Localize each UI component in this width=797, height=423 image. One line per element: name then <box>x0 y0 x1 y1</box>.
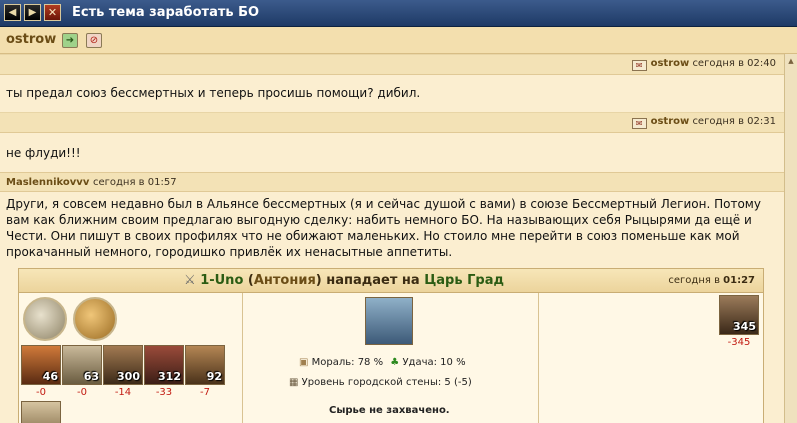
battle-info-column: ▣ Мораль: 78 % ♣ Удача: 10 % ▦ Уровень г… <box>243 293 539 423</box>
scroll-icon: ▣ <box>299 357 309 368</box>
unit-count: 300 <box>117 370 140 383</box>
next-button[interactable]: ▶ <box>24 4 41 21</box>
message-text: не флуди!!! <box>6 146 81 160</box>
resources-text: Сырье не захвачено. <box>329 405 450 416</box>
unit-loss: -0 <box>36 387 46 398</box>
unit-hoplite[interactable]: 312 <box>144 345 184 385</box>
scrollbar[interactable]: ▲ <box>784 54 797 423</box>
luck-text: Удача: 10 % <box>402 357 466 368</box>
message-text: ты предал союз бессмертных и теперь прос… <box>6 86 421 100</box>
target-city-link[interactable]: Царь Град <box>424 273 504 288</box>
wall-row: ▦ Уровень городской стены: 5 (-5) <box>289 377 472 388</box>
message-author[interactable]: ostrow <box>651 116 690 127</box>
scroll-up-icon[interactable]: ▲ <box>786 56 796 66</box>
report-header: ⚔ 1-Uno (Антония) нападает на Царь Град … <box>19 269 763 293</box>
mail-icon[interactable]: ✉ <box>631 60 647 71</box>
unit-count: 92 <box>206 370 222 383</box>
mail-icon[interactable]: ✉ <box>631 118 647 129</box>
report-headline: ⚔ 1-Uno (Антония) нападает на Царь Град <box>184 273 504 288</box>
unit-catapult[interactable] <box>21 401 61 423</box>
unit-count: 63 <box>83 370 99 383</box>
battle-faces-icon <box>365 297 413 345</box>
message-meta: ✉ ostrow сегодня в 02:31 <box>631 116 776 129</box>
post-author[interactable]: Maslennikovvv <box>6 177 89 188</box>
thread-author-bar: ostrow ➜ ⊘ <box>0 27 797 54</box>
window-titlebar: ◀ ▶ ✕ Есть тема заработать БО <box>0 0 797 27</box>
attacker-column: 46 63 300 312 92 -0 -0 -14 -33 -7 <box>19 293 243 423</box>
attacker-link[interactable]: 1-Uno <box>200 273 243 288</box>
message-header: ✉ ostrow сегодня в 02:31 <box>0 112 784 133</box>
report-verb: нападает на <box>326 273 420 288</box>
thread-title: Есть тема заработать БО <box>72 5 260 20</box>
block-icon[interactable]: ⊘ <box>86 33 102 48</box>
battle-report: ⚔ 1-Uno (Антония) нападает на Царь Град … <box>18 268 764 423</box>
defender-column: 345 -345 <box>539 293 763 423</box>
unit-count: 312 <box>158 370 181 383</box>
unit-loss: -14 <box>114 387 132 398</box>
message-meta: ✉ ostrow сегодня в 02:40 <box>631 58 776 71</box>
report-time: сегодня в 01:27 <box>668 275 755 286</box>
post-time: сегодня в 01:57 <box>93 177 177 188</box>
prev-button[interactable]: ◀ <box>4 4 21 21</box>
unit-count: 345 <box>733 320 756 333</box>
unit-transport-ship[interactable]: 63 <box>62 345 102 385</box>
wall-text: Уровень городской стены: 5 (-5) <box>301 377 472 388</box>
wall-icon: ▦ <box>289 377 299 388</box>
unit-count: 46 <box>42 370 58 383</box>
hero-portrait[interactable] <box>23 297 67 341</box>
unit-fire-ship[interactable]: 46 <box>21 345 61 385</box>
unit-loss: -0 <box>77 387 87 398</box>
attacker-city-link[interactable]: Антония <box>254 273 316 288</box>
morale-row: ▣ Мораль: 78 % ♣ Удача: 10 % <box>299 357 466 368</box>
message-author[interactable]: ostrow <box>651 58 690 69</box>
unit-defender[interactable]: 345 <box>719 295 759 335</box>
god-portrait[interactable] <box>73 297 117 341</box>
post-header: Maslennikovvv сегодня в 01:57 <box>0 172 784 192</box>
report-time-prefix: сегодня в <box>668 275 720 286</box>
message-header: ✉ ostrow сегодня в 02:40 <box>0 54 784 75</box>
post-text: Други, я совсем недавно был в Альянсе бе… <box>6 197 761 259</box>
sword-icon: ⚔ <box>184 273 196 288</box>
unit-loss: -345 <box>727 337 751 348</box>
close-button[interactable]: ✕ <box>44 4 61 21</box>
clover-icon: ♣ <box>390 357 400 368</box>
unit-loss: -7 <box>200 387 210 398</box>
unit-archer[interactable]: 92 <box>185 345 225 385</box>
unit-loss: -33 <box>155 387 173 398</box>
thread-author[interactable]: ostrow <box>6 32 56 47</box>
forward-icon[interactable]: ➜ <box>62 33 78 48</box>
report-time-value: 01:27 <box>723 275 755 286</box>
message-time: сегодня в 02:40 <box>692 58 776 69</box>
message-time: сегодня в 02:31 <box>692 116 776 127</box>
post: Maslennikovvv сегодня в 01:57 Други, я с… <box>0 172 784 423</box>
morale-text: Мораль: 78 % <box>311 357 384 368</box>
unit-swordsman[interactable]: 300 <box>103 345 143 385</box>
